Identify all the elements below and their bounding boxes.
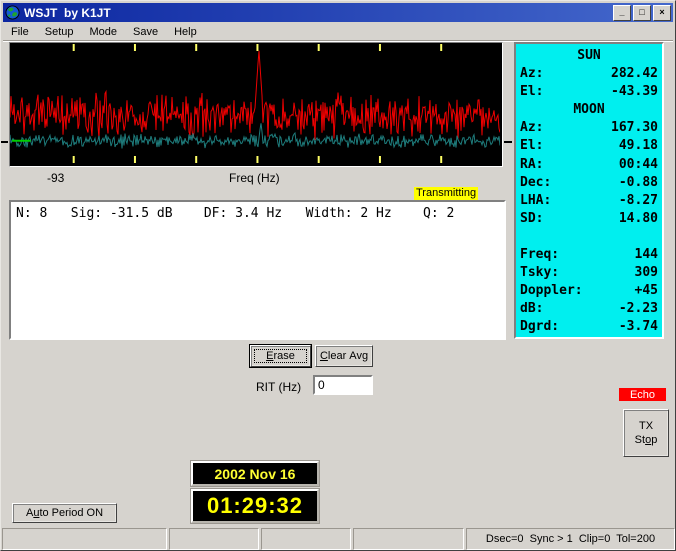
decode-readout: N: 8 Sig: -31.5 dB DF: 3.4 Hz Width: 2 H… bbox=[11, 202, 504, 225]
astro-value: 167.30 bbox=[611, 119, 658, 137]
clear-avg-button[interactable]: Clear Avg bbox=[315, 345, 373, 367]
astro-row-sd: SD: 14.80 bbox=[520, 210, 658, 228]
rit-label: RIT (Hz) bbox=[256, 380, 301, 394]
astro-row-tsky: Tsky: 309 bbox=[520, 264, 658, 282]
status-segment-2 bbox=[169, 528, 259, 550]
rit-input[interactable] bbox=[313, 375, 373, 395]
astro-label: El: bbox=[520, 137, 543, 155]
echo-mode-badge: Echo bbox=[619, 388, 666, 401]
freq-axis-label: Freq (Hz) bbox=[229, 171, 280, 185]
astro-data-panel: SUNAz:282.42El:-43.39MOONAz:167.30El:49.… bbox=[514, 42, 664, 339]
astro-row-dgrd: Dgrd: -3.74 bbox=[520, 318, 658, 336]
astro-value: 309 bbox=[635, 264, 658, 282]
menu-item-save[interactable]: Save bbox=[125, 24, 166, 40]
astro-label: Freq: bbox=[520, 246, 559, 264]
astro-label: Dec: bbox=[520, 174, 551, 192]
astro-header-moon: MOON bbox=[520, 101, 658, 119]
average-spectrum-trace bbox=[10, 51, 500, 140]
menu-bar: FileSetupModeSaveHelp bbox=[3, 22, 673, 42]
astro-row-az: Az: 167.30 bbox=[520, 119, 658, 137]
astro-value: -0.88 bbox=[619, 174, 658, 192]
astro-row-el: El: -43.39 bbox=[520, 83, 658, 101]
astro-label: SD: bbox=[520, 210, 543, 228]
menu-item-setup[interactable]: Setup bbox=[37, 24, 82, 40]
wsjt-main-window: WSJT by K1JT _ □ × FileSetupModeSaveHelp… bbox=[0, 0, 676, 551]
astro-row-ra: RA: 00:44 bbox=[520, 156, 658, 174]
astro-label: LHA: bbox=[520, 192, 551, 210]
maximize-button[interactable]: □ bbox=[633, 5, 651, 21]
astro-value: -3.74 bbox=[619, 318, 658, 336]
astro-value: -2.23 bbox=[619, 300, 658, 318]
title-bar: WSJT by K1JT _ □ × bbox=[3, 3, 673, 22]
astro-label: Dgrd: bbox=[520, 318, 559, 336]
window-title: WSJT by K1JT bbox=[24, 6, 111, 20]
astro-row-freq: Freq: 144 bbox=[520, 246, 658, 264]
tx-stop-line2: Stop bbox=[635, 433, 658, 447]
erase-button[interactable]: Erase bbox=[250, 345, 311, 367]
astro-value: 49.18 bbox=[619, 137, 658, 155]
astro-label: dB: bbox=[520, 300, 543, 318]
astro-label: Tsky: bbox=[520, 264, 559, 282]
astro-value: 282.42 bbox=[611, 65, 658, 83]
left-axis-tick bbox=[1, 141, 8, 143]
tx-stop-button[interactable]: TXStop bbox=[623, 409, 669, 457]
astro-value: +45 bbox=[635, 282, 658, 300]
astro-spacer bbox=[520, 228, 658, 246]
utc-clock-display: 01:29:32 bbox=[191, 489, 319, 523]
astro-row-lha: LHA: -8.27 bbox=[520, 192, 658, 210]
freq-tick-label: -93 bbox=[47, 171, 64, 185]
spectrum-plot bbox=[9, 42, 503, 167]
astro-label: Az: bbox=[520, 119, 543, 137]
astro-row-db: dB: -2.23 bbox=[520, 300, 658, 318]
tx-stop-line1: TX bbox=[639, 419, 653, 433]
status-bar: Dsec=0 Sync > 1 Clip=0 Tol=200 bbox=[1, 528, 676, 551]
current-spectrum-trace bbox=[10, 123, 500, 148]
menu-item-file[interactable]: File bbox=[3, 24, 37, 40]
astro-row-dec: Dec: -0.88 bbox=[520, 174, 658, 192]
button-label: Clear Avg bbox=[320, 350, 368, 362]
astro-row-doppler: Doppler: +45 bbox=[520, 282, 658, 300]
menu-item-help[interactable]: Help bbox=[166, 24, 205, 40]
date-display: 2002 Nov 16 bbox=[191, 461, 319, 486]
status-segment-5: Dsec=0 Sync > 1 Clip=0 Tol=200 bbox=[466, 528, 675, 550]
menu-item-mode[interactable]: Mode bbox=[81, 24, 125, 40]
astro-value: 14.80 bbox=[619, 210, 658, 228]
close-button[interactable]: × bbox=[653, 5, 671, 21]
transmit-status-badge: Transmitting bbox=[414, 187, 478, 200]
astro-header-sun: SUN bbox=[520, 47, 658, 65]
globe-icon bbox=[5, 5, 20, 20]
astro-label: El: bbox=[520, 83, 543, 101]
status-segment-3 bbox=[261, 528, 351, 550]
status-segment-4 bbox=[353, 528, 464, 550]
auto-period-button[interactable]: Auto Period ON bbox=[12, 503, 117, 523]
astro-value: -8.27 bbox=[619, 192, 658, 210]
astro-value: -43.39 bbox=[611, 83, 658, 101]
status-segment-1 bbox=[2, 528, 167, 550]
spectrum-traces bbox=[10, 43, 500, 164]
decode-text-area[interactable]: N: 8 Sig: -31.5 dB DF: 3.4 Hz Width: 2 H… bbox=[9, 200, 506, 340]
button-label: Auto Period ON bbox=[26, 507, 103, 519]
astro-value: 00:44 bbox=[619, 156, 658, 174]
astro-row-el: El: 49.18 bbox=[520, 137, 658, 155]
right-axis-tick bbox=[504, 141, 512, 143]
astro-row-az: Az: 282.42 bbox=[520, 65, 658, 83]
minimize-button[interactable]: _ bbox=[613, 5, 631, 21]
astro-label: Az: bbox=[520, 65, 543, 83]
astro-label: Doppler: bbox=[520, 282, 583, 300]
astro-label: RA: bbox=[520, 156, 543, 174]
astro-value: 144 bbox=[635, 246, 658, 264]
